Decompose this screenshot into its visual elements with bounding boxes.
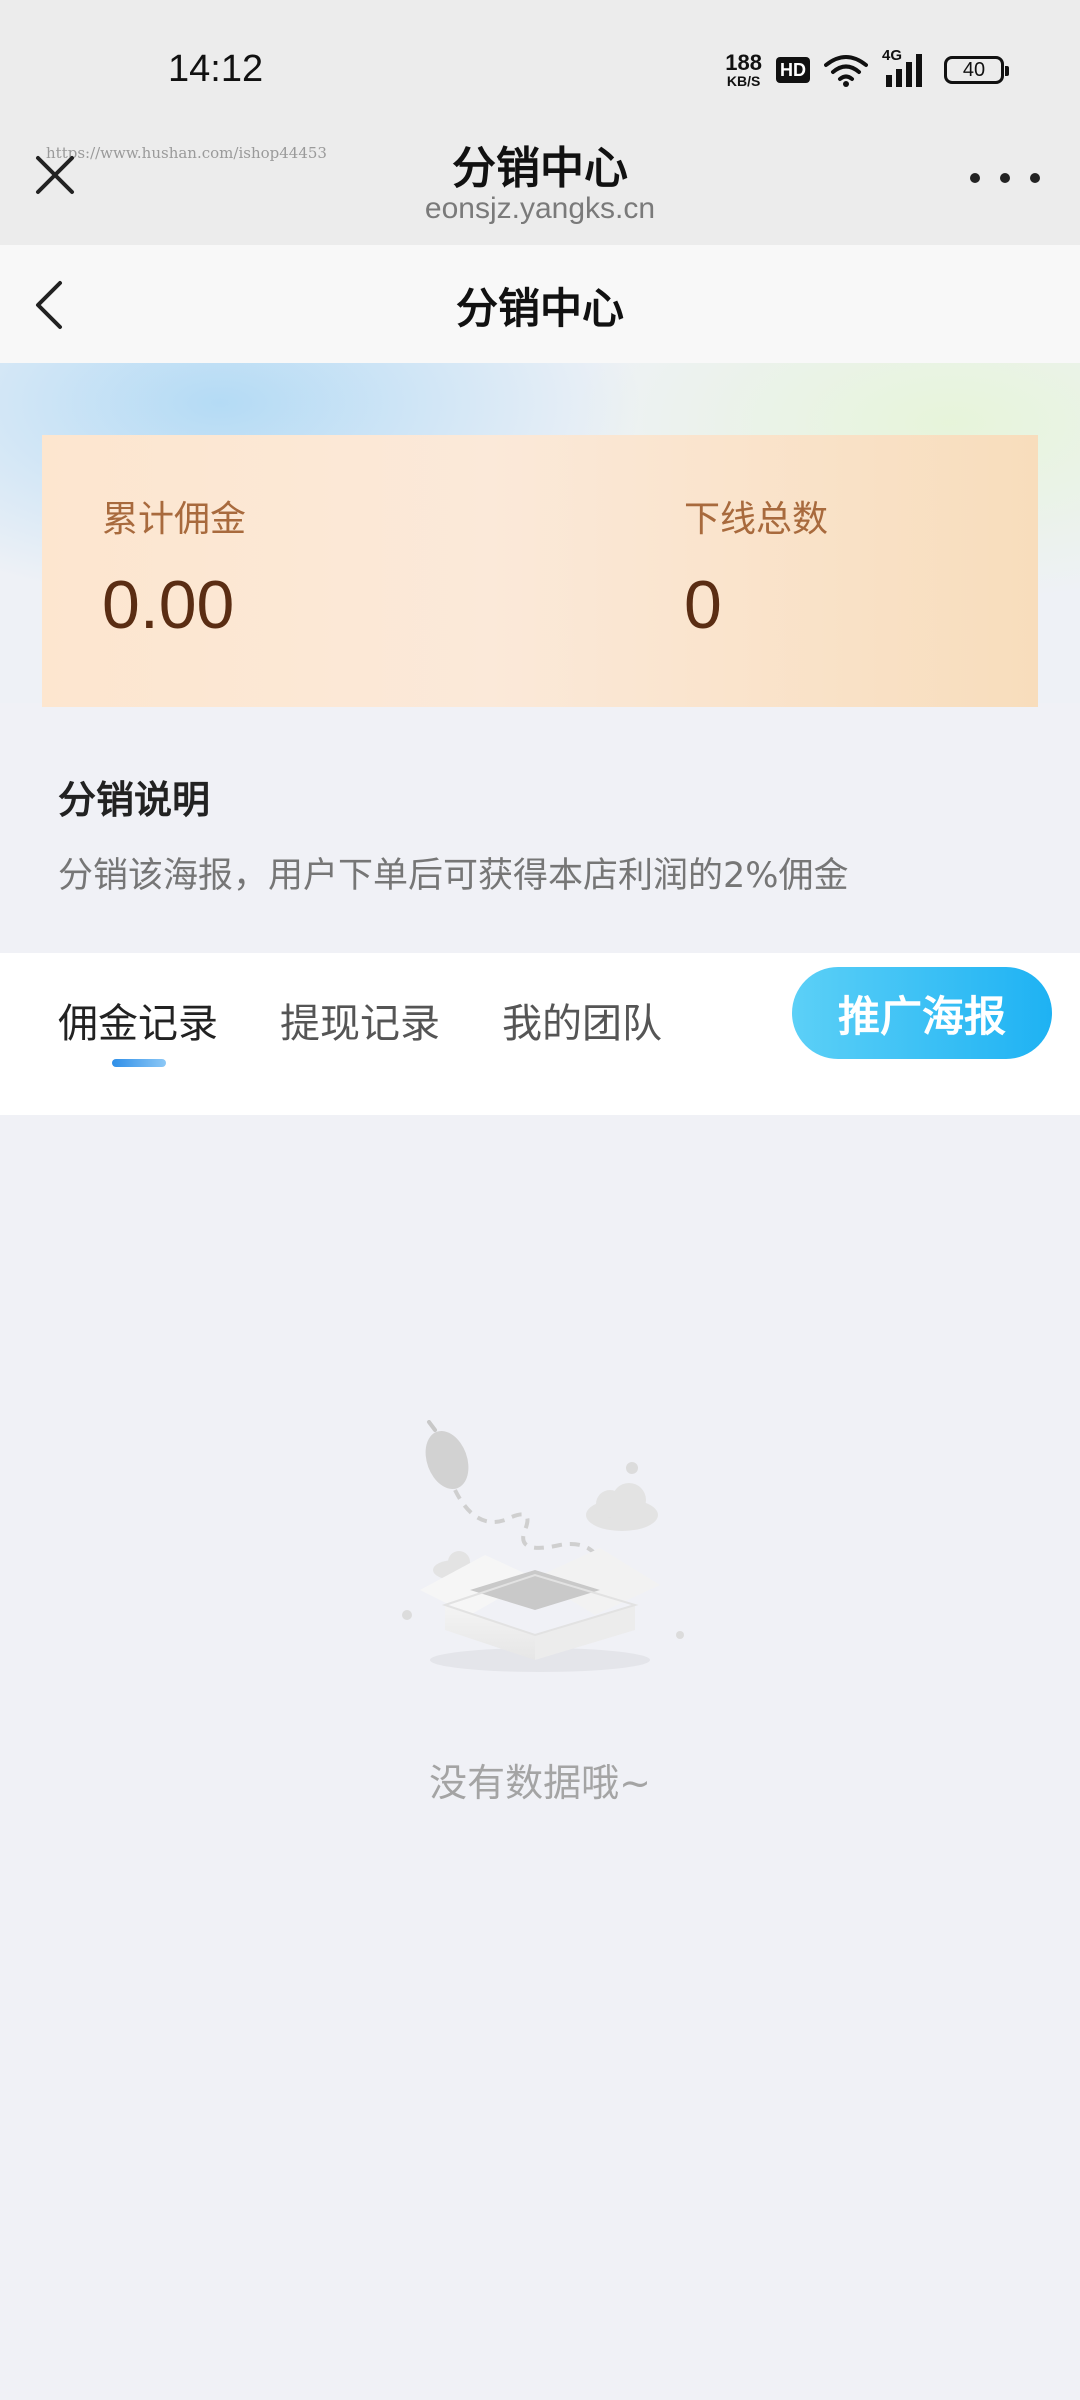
distribution-description: 分销说明 分销该海报，用户下单后可获得本店利润的2%佣金 — [0, 707, 1080, 953]
page-nav-bar: 分销中心 — [0, 245, 1080, 363]
page-title: 分销中心 — [455, 284, 624, 333]
status-bar: 14:12 188 KB/S HD 4G 40 — [0, 0, 1080, 140]
empty-box-icon — [402, 1420, 684, 1672]
more-dot-icon — [1030, 173, 1040, 183]
empty-state: 没有数据哦~ — [0, 1115, 1080, 2400]
browser-url: eonsjz.yangks.cn — [424, 192, 656, 225]
stats-card: 累计佣金 0.00 下线总数 0 — [42, 435, 1038, 707]
downline-value: 0 — [684, 567, 722, 643]
tab-my-team[interactable]: 我的团队 — [502, 991, 662, 1049]
status-icons: 188 KB/S HD 4G 40 — [725, 47, 1009, 90]
wifi-icon — [824, 55, 868, 87]
browser-header: https://www.hushan.com/ishop44453 分销中心 e… — [0, 140, 1080, 245]
empty-state-text: 没有数据哦~ — [429, 1761, 651, 1805]
more-dot-icon — [1000, 173, 1010, 183]
cellular-signal-icon: 4G — [882, 47, 930, 89]
browser-title: 分销中心 — [452, 143, 628, 194]
commission-label: 累计佣金 — [102, 499, 247, 540]
commission-stat: 累计佣金 0.00 — [102, 490, 246, 644]
downline-label: 下线总数 — [684, 499, 829, 540]
tab-withdrawal-records[interactable]: 提现记录 — [280, 991, 440, 1049]
description-title: 分销说明 — [58, 778, 211, 822]
promotion-poster-button[interactable]: 推广海报 — [792, 967, 1052, 1059]
battery-icon: 40 — [944, 56, 1009, 84]
status-time: 14:12 — [168, 48, 264, 90]
description-text: 分销该海报，用户下单后可获得本店利润的2%佣金 — [58, 856, 849, 896]
commission-value: 0.00 — [102, 567, 235, 643]
downline-stat: 下线总数 0 — [684, 490, 828, 644]
network-speed-unit: KB/S — [726, 73, 761, 89]
more-options-button[interactable] — [970, 168, 1040, 188]
more-dot-icon — [970, 173, 980, 183]
network-speed: 188 KB/S — [725, 50, 762, 89]
active-tab-indicator — [112, 1059, 166, 1067]
tabs-bar: 佣金记录 提现记录 我的团队 推广海报 — [0, 953, 1080, 1115]
hd-icon: HD — [776, 57, 810, 83]
network-speed-value: 188 — [725, 50, 762, 75]
tab-commission-records[interactable]: 佣金记录 — [58, 991, 218, 1049]
